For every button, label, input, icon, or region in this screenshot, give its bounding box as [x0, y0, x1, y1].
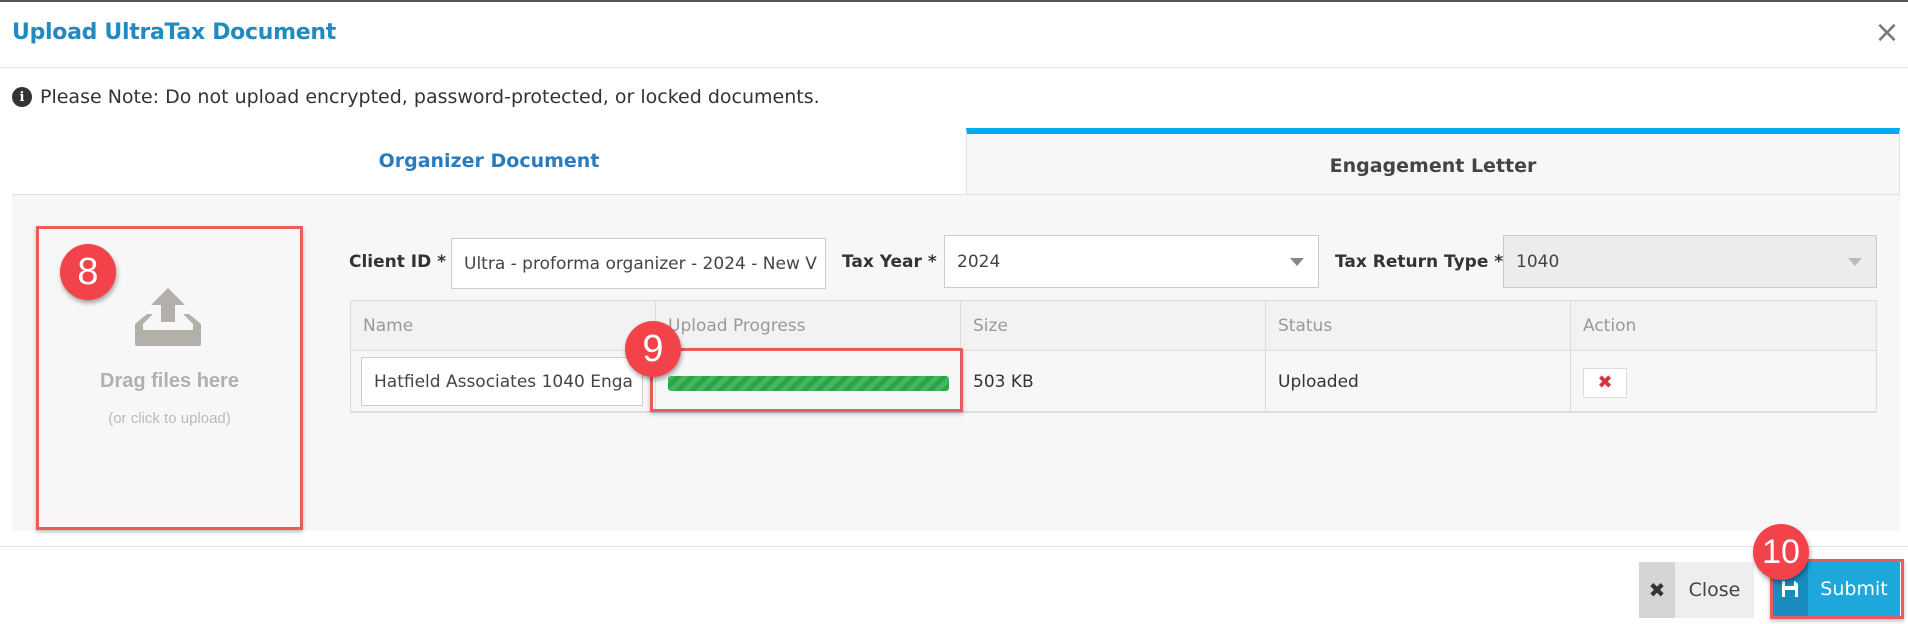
client-id-input[interactable]: Ultra - proforma organizer - 2024 - New …	[451, 238, 826, 289]
times-icon: ✖	[1639, 562, 1675, 618]
column-header-name: Name	[351, 301, 656, 351]
close-button[interactable]: ✖ Close	[1639, 562, 1754, 618]
chevron-down-icon	[1848, 258, 1862, 266]
file-size: 503 KB	[961, 351, 1266, 412]
upload-note: i Please Note: Do not upload encrypted, …	[12, 86, 820, 108]
tax-return-type-label: Tax Return Type *	[1335, 252, 1504, 272]
delete-file-button[interactable]: ✖	[1583, 368, 1627, 398]
modal-title: Upload UltraTax Document	[12, 20, 336, 45]
step-badge-10: 10	[1753, 524, 1809, 580]
tax-return-type-value: 1040	[1516, 251, 1560, 272]
dropzone-subtitle: (or click to upload)	[108, 410, 231, 427]
tab-engagement-letter[interactable]: Engagement Letter	[966, 128, 1900, 194]
file-name-cell: Hatfield Associates 1040 Enga	[351, 351, 656, 412]
upload-table: Name Upload Progress Size Status Action …	[350, 300, 1877, 413]
tax-return-type-select: 1040	[1503, 235, 1877, 288]
column-header-status: Status	[1266, 301, 1571, 351]
note-text: Please Note: Do not upload encrypted, pa…	[40, 86, 820, 108]
window-top-edge	[0, 0, 1908, 2]
upload-progress-bar	[668, 376, 949, 391]
file-name-input[interactable]: Hatfield Associates 1040 Enga	[361, 357, 643, 406]
table-header: Name Upload Progress Size Status Action	[351, 301, 1876, 351]
footer-divider	[0, 546, 1908, 547]
file-status: Uploaded	[1266, 351, 1571, 412]
column-header-upload-progress: Upload Progress	[656, 301, 961, 351]
step-badge-9: 9	[625, 321, 681, 377]
tax-year-value: 2024	[957, 251, 1001, 272]
dropzone-title: Drag files here	[100, 370, 239, 392]
upload-progress-fill	[668, 376, 949, 391]
tax-year-label: Tax Year *	[842, 252, 937, 272]
step-badge-8: 8	[60, 244, 116, 300]
column-header-size: Size	[961, 301, 1266, 351]
header-divider	[0, 67, 1908, 68]
close-button-label: Close	[1688, 579, 1741, 601]
tab-organizer-document[interactable]: Organizer Document	[12, 130, 966, 192]
close-icon[interactable]: ×	[1872, 16, 1902, 50]
tax-year-select[interactable]: 2024	[944, 235, 1319, 288]
submit-button-label: Submit	[1820, 578, 1888, 600]
chevron-down-icon	[1290, 258, 1304, 266]
delete-x-icon: ✖	[1597, 372, 1613, 393]
column-header-action: Action	[1583, 316, 1637, 336]
info-circle-icon: i	[12, 87, 32, 107]
client-id-label: Client ID *	[349, 252, 447, 272]
upload-tray-icon	[135, 288, 201, 346]
